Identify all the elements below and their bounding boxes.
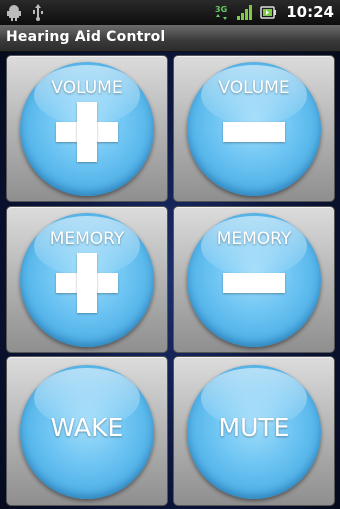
wake-button[interactable]: WAKE	[6, 356, 168, 506]
memory-up-button[interactable]: MEMORY	[6, 206, 168, 353]
volume-down-label: VOLUME	[218, 78, 290, 98]
battery-icon	[260, 5, 277, 19]
mute-circle: MUTE	[187, 365, 321, 499]
mute-label: MUTE	[218, 413, 290, 442]
memory-down-circle: MEMORY	[187, 213, 321, 347]
3g-signal-icon: 3G	[215, 5, 227, 20]
memory-down-label: MEMORY	[216, 229, 292, 249]
mute-button[interactable]: MUTE	[173, 356, 335, 506]
volume-up-label: VOLUME	[51, 78, 123, 98]
android-debug-icon	[7, 5, 21, 21]
signal-strength-icon	[237, 4, 253, 20]
title-bar: Hearing Aid Control	[0, 25, 340, 52]
volume-down-button[interactable]: VOLUME	[173, 55, 335, 202]
volume-up-button[interactable]: VOLUME	[6, 55, 168, 202]
memory-up-circle: MEMORY	[20, 213, 154, 347]
minus-icon	[223, 122, 285, 142]
usb-icon	[33, 4, 43, 21]
memory-up-label: MEMORY	[49, 229, 125, 249]
volume-down-circle: VOLUME	[187, 62, 321, 196]
status-time: 10:24	[286, 3, 334, 21]
volume-up-circle: VOLUME	[20, 62, 154, 196]
status-bar: 3G 10:24	[0, 0, 340, 25]
wake-label: WAKE	[50, 413, 124, 442]
wake-circle: WAKE	[20, 365, 154, 499]
plus-icon-vertical	[77, 102, 97, 162]
app-screen: 3G 10:24 Hearing Aid Control VOLUME VOLU…	[0, 0, 340, 509]
app-title: Hearing Aid Control	[6, 29, 166, 45]
plus-icon-vertical	[77, 253, 97, 313]
svg-text:3G: 3G	[215, 5, 227, 14]
minus-icon	[223, 273, 285, 293]
memory-down-button[interactable]: MEMORY	[173, 206, 335, 353]
